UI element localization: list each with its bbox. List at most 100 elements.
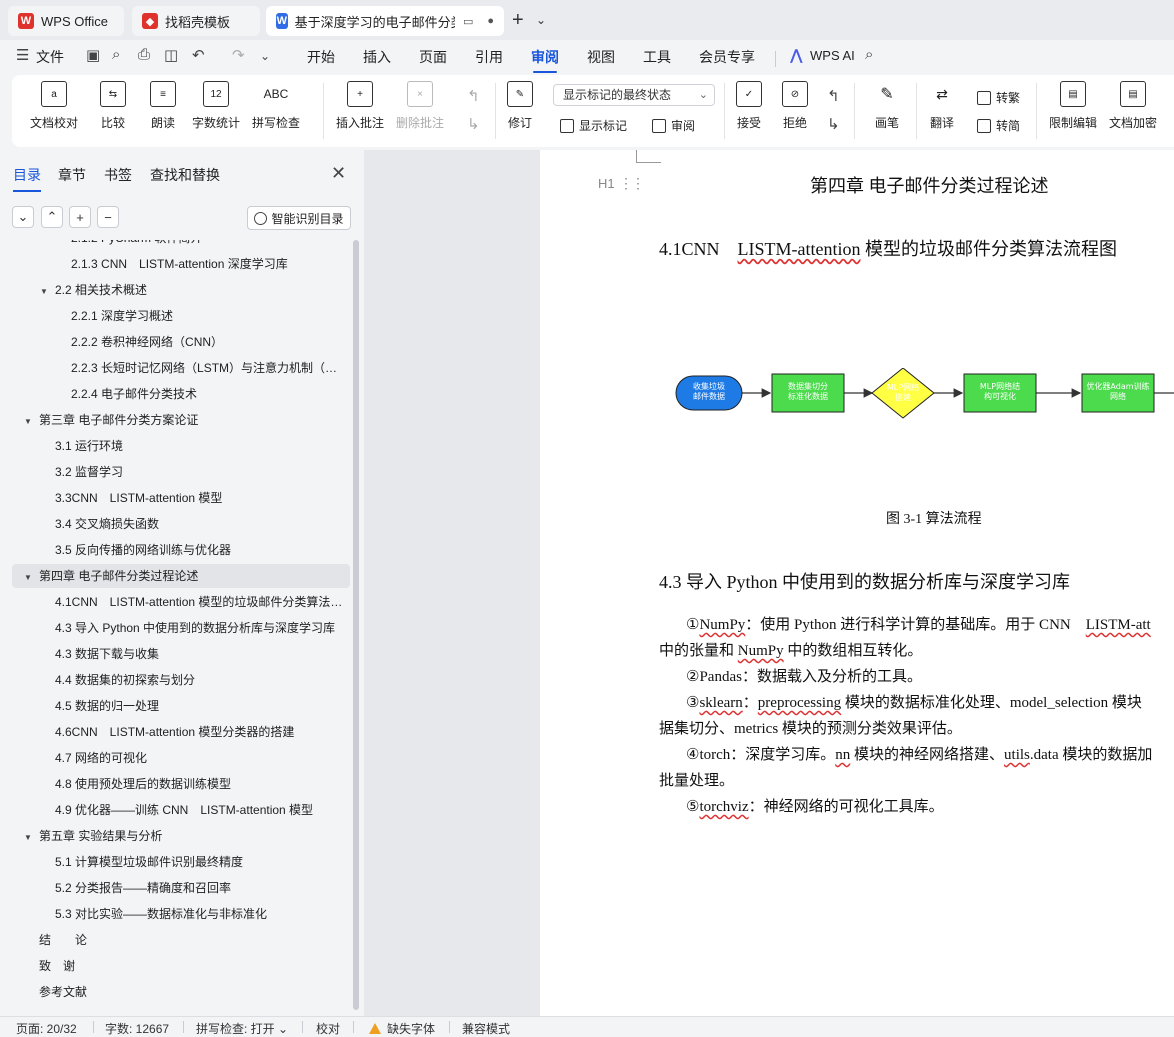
menu-insert[interactable]: 插入 <box>363 47 391 67</box>
tab-close-icon[interactable]: ● <box>487 15 494 27</box>
undo-icon[interactable]: ↶ <box>192 46 205 64</box>
toc-item[interactable]: 2.2.3 长短时记忆网络（LSTM）与注意力机制（Attention） <box>0 356 344 380</box>
drag-handle-icon[interactable]: ⋮⋮ <box>619 176 645 193</box>
encrypt-button[interactable]: ▤ 文档加密 <box>1109 81 1157 131</box>
restrict-edit-button[interactable]: ▤ 限制编辑 <box>1049 81 1097 131</box>
toc-item[interactable]: ▼ 第五章 实验结果与分析 <box>0 824 344 848</box>
toc-item[interactable]: 3.3CNN LISTM-attention 模型 <box>0 486 344 510</box>
search-icon[interactable]: ⌕ <box>865 46 873 63</box>
tab-toc[interactable]: 目录 <box>13 165 41 192</box>
toc-item[interactable]: 4.3 导入 Python 中使用到的数据分析库与深度学习库 <box>0 616 344 640</box>
toc-item[interactable]: 5.2 分类报告——精确度和召回率 <box>0 876 344 900</box>
status-missing-font[interactable]: 缺失字体 <box>369 1020 435 1037</box>
menu-review[interactable]: 审阅 <box>531 47 559 73</box>
menu-page[interactable]: 页面 <box>419 47 447 67</box>
tab-wps-office[interactable]: W WPS Office <box>8 6 124 36</box>
prev-comment-icon[interactable]: ↰ <box>467 87 480 105</box>
show-markup-button[interactable]: 显示标记 <box>560 117 627 134</box>
menu-file[interactable]: 文件 <box>36 47 64 67</box>
tab-screen-icon[interactable]: ▭ <box>463 15 473 28</box>
toc-item[interactable]: 4.7 网络的可视化 <box>0 746 344 770</box>
toc-item[interactable]: 4.5 数据的归一处理 <box>0 694 344 718</box>
to-traditional-button[interactable]: 转繁 <box>977 89 1020 106</box>
toc-item[interactable]: 5.3 对比实验——数据标准化与非标准化 <box>0 902 344 926</box>
toc-item[interactable]: 4.8 使用预处理后的数据训练模型 <box>0 772 344 796</box>
expand-triangle-icon[interactable]: ▼ <box>24 566 36 588</box>
menu-reference[interactable]: 引用 <box>475 47 503 67</box>
toc-item[interactable]: 3.1 运行环境 <box>0 434 344 458</box>
smart-toc-button[interactable]: 智能识别目录 <box>247 206 351 230</box>
next-revision-icon[interactable]: ↳ <box>827 115 840 133</box>
menu-wps-ai[interactable]: WPS AI <box>810 48 855 63</box>
prev-revision-icon[interactable]: ↰ <box>827 87 840 105</box>
expand-up-button[interactable]: ⌃ <box>41 206 63 228</box>
reject-button[interactable]: ⊘ 拒绝 <box>782 81 808 131</box>
format-painter-icon[interactable]: ⌕ <box>112 46 120 63</box>
save-icon[interactable]: ▣ <box>86 46 100 64</box>
menu-tools[interactable]: 工具 <box>643 47 671 67</box>
accept-button[interactable]: ✓ 接受 <box>736 81 762 131</box>
new-tab-icon[interactable]: + <box>512 9 524 32</box>
print-preview-icon[interactable]: ◫ <box>164 46 178 64</box>
compare-button[interactable]: ⇆ 比较 <box>100 81 126 131</box>
tab-find-replace[interactable]: 查找和替换 <box>150 165 220 185</box>
redo-icon[interactable]: ↷ <box>232 46 245 64</box>
toc-item[interactable]: 3.2 监督学习 <box>0 460 344 484</box>
add-level-button[interactable]: + <box>69 206 91 228</box>
tab-bookmarks[interactable]: 书签 <box>104 165 132 185</box>
menu-start[interactable]: 开始 <box>307 47 335 67</box>
close-icon[interactable]: ✕ <box>331 163 346 184</box>
toc-item[interactable]: 4.9 优化器——训练 CNN LISTM-attention 模型 <box>0 798 344 822</box>
toc-item[interactable]: 致 谢 <box>0 954 344 978</box>
toc-item[interactable]: ▼ 2.2 相关技术概述 <box>0 278 344 302</box>
toc-item[interactable]: 2.1.3 CNN LISTM-attention 深度学习库 <box>0 252 344 276</box>
delete-comment-button[interactable]: × 删除批注 <box>396 81 444 131</box>
status-word-count[interactable]: 字数: 12667 <box>105 1020 169 1037</box>
markup-state-select[interactable]: 显示标记的最终状态 ⌄ <box>553 84 715 106</box>
toc-item[interactable]: 3.5 反向传播的网络训练与优化器 <box>0 538 344 562</box>
tab-document[interactable]: W 基于深度学习的电子邮件分类方法研究 ▭ ● <box>266 6 504 36</box>
toc-item[interactable]: 4.4 数据集的初探索与划分 <box>0 668 344 692</box>
menu-member[interactable]: 会员专享 <box>699 47 755 67</box>
hamburger-icon[interactable]: ☰ <box>16 46 29 64</box>
collapse-down-button[interactable]: ⌄ <box>12 206 34 228</box>
remove-level-button[interactable]: − <box>97 206 119 228</box>
toc-item[interactable]: 4.1CNN LISTM-attention 模型的垃圾邮件分类算法流程图 <box>0 590 344 614</box>
toc-item[interactable]: 2.2.4 电子邮件分类技术 <box>0 382 344 406</box>
toc-item[interactable]: 5.1 计算模型垃圾邮件识别最终精度 <box>0 850 344 874</box>
menu-view[interactable]: 视图 <box>587 47 615 67</box>
status-proof[interactable]: 校对 <box>316 1020 340 1037</box>
insert-comment-button[interactable]: + 插入批注 <box>336 81 384 131</box>
toc-item[interactable]: 2.1.2 PyCharm 软件简介 <box>0 240 344 250</box>
ink-button[interactable]: ✎ 画笔 <box>874 81 900 131</box>
expand-triangle-icon[interactable]: ▼ <box>40 280 52 302</box>
status-page[interactable]: 页面: 20/32 <box>16 1020 77 1037</box>
toc-item[interactable]: ▼ 第四章 电子邮件分类过程论述 <box>12 564 350 588</box>
proofread-button[interactable]: a 文档校对 <box>30 81 78 131</box>
tab-list-chevron-icon[interactable]: ⌄ <box>536 13 546 27</box>
document-page[interactable]: H1 ⋮⋮ 第四章 电子邮件分类过程论述 4.1CNN LISTM-attent… <box>540 150 1174 1016</box>
tab-template[interactable]: ◆ 找稻壳模板 <box>132 6 260 36</box>
toc-item[interactable]: 4.6CNN LISTM-attention 模型分类器的搭建 <box>0 720 344 744</box>
toc-item[interactable]: ▼ 第三章 电子邮件分类方案论证 <box>0 408 344 432</box>
toc-item[interactable]: 4.3 数据下载与收集 <box>0 642 344 666</box>
review-pane-button[interactable]: 审阅 <box>652 117 695 134</box>
expand-triangle-icon[interactable]: ▼ <box>24 410 36 432</box>
revise-button[interactable]: ✎ 修订 <box>507 81 533 131</box>
toc-item[interactable]: 结 论 <box>0 928 344 952</box>
translate-button[interactable]: ⇄ 翻译 <box>929 81 955 131</box>
word-count-button[interactable]: 12 字数统计 <box>192 81 240 131</box>
quick-access-more-icon[interactable]: ⌄ <box>260 49 270 63</box>
spell-check-button[interactable]: ABC 拼写检查 <box>252 81 300 131</box>
toc-item[interactable]: 2.2.1 深度学习概述 <box>0 304 344 328</box>
next-comment-icon[interactable]: ↳ <box>467 115 480 133</box>
toc-item[interactable]: 2.2.2 卷积神经网络（CNN） <box>0 330 344 354</box>
toc-item[interactable]: 3.4 交叉熵损失函数 <box>0 512 344 536</box>
read-aloud-button[interactable]: ≡ 朗读 <box>150 81 176 131</box>
expand-triangle-icon[interactable]: ▼ <box>24 826 36 848</box>
toc-scrollbar[interactable] <box>353 240 359 1010</box>
status-spell-check[interactable]: 拼写检查: 打开 ⌄ <box>196 1020 288 1037</box>
tab-sections[interactable]: 章节 <box>58 165 86 185</box>
to-simplified-button[interactable]: 转简 <box>977 117 1020 134</box>
toc-item[interactable]: 参考文献 <box>0 980 344 1004</box>
